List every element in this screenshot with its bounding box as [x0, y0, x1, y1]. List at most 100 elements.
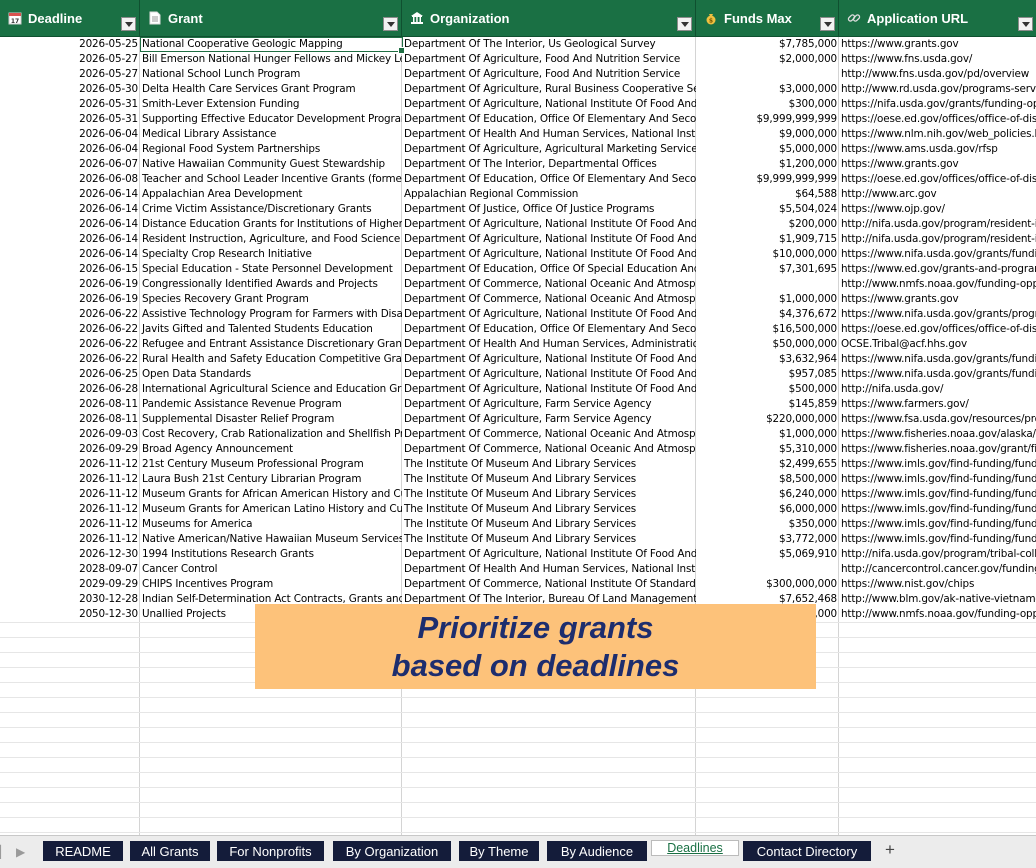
- deadline-cell[interactable]: 2026-06-19: [0, 277, 140, 292]
- sheet-tab-deadlines[interactable]: Deadlines: [651, 840, 739, 856]
- deadline-cell[interactable]: 2026-09-03: [0, 427, 140, 442]
- sheet-tab-contact-directory[interactable]: Contact Directory: [743, 841, 871, 861]
- organization-cell[interactable]: Department Of Agriculture, National Inst…: [402, 352, 696, 367]
- application-url-cell[interactable]: https://nifa.usda.gov/grants/funding-opp…: [839, 97, 1036, 112]
- organization-cell[interactable]: Department Of Commerce, National Oceanic…: [402, 292, 696, 307]
- sheet-tab-by-organization[interactable]: By Organization: [333, 841, 451, 861]
- grant-cell[interactable]: Crime Victim Assistance/Discretionary Gr…: [140, 202, 402, 217]
- funds-max-cell[interactable]: $500,000: [696, 382, 839, 397]
- grant-cell[interactable]: 21st Century Museum Professional Program: [140, 457, 402, 472]
- deadline-cell[interactable]: 2050-12-30: [0, 607, 140, 622]
- deadline-cell[interactable]: 2026-06-14: [0, 217, 140, 232]
- funds-max-cell[interactable]: $1,000,000: [696, 427, 839, 442]
- organization-cell[interactable]: Department Of Justice, Office Of Justice…: [402, 202, 696, 217]
- sheet-tab-for-nonprofits[interactable]: For Nonprofits: [217, 841, 324, 861]
- funds-max-cell[interactable]: $3,772,000: [696, 532, 839, 547]
- application-url-cell[interactable]: https://www.nifa.usda.gov/grants/program…: [839, 307, 1036, 322]
- application-url-cell[interactable]: https://oese.ed.gov/offices/office-of-di…: [839, 322, 1036, 337]
- application-url-cell[interactable]: https://www.fsa.usda.gov/resources/progr…: [839, 412, 1036, 427]
- grant-cell[interactable]: Specialty Crop Research Initiative: [140, 247, 402, 262]
- funds-max-cell[interactable]: $6,240,000: [696, 487, 839, 502]
- organization-cell[interactable]: Department Of Health And Human Services,…: [402, 127, 696, 142]
- deadline-cell[interactable]: 2029-09-29: [0, 577, 140, 592]
- deadline-cell[interactable]: 2026-08-11: [0, 397, 140, 412]
- deadline-cell[interactable]: 2026-06-28: [0, 382, 140, 397]
- organization-cell[interactable]: Department Of Education, Office Of Eleme…: [402, 172, 696, 187]
- organization-cell[interactable]: The Institute Of Museum And Library Serv…: [402, 487, 696, 502]
- grant-cell[interactable]: Special Education - State Personnel Deve…: [140, 262, 402, 277]
- grant-cell[interactable]: Resident Instruction, Agriculture, and F…: [140, 232, 402, 247]
- filter-dropdown-button[interactable]: [383, 17, 398, 31]
- deadline-cell[interactable]: 2026-11-12: [0, 472, 140, 487]
- funds-max-cell[interactable]: $10,000,000: [696, 247, 839, 262]
- application-url-cell[interactable]: https://www.imls.gov/find-funding/fundin…: [839, 457, 1036, 472]
- application-url-cell[interactable]: http://www.nmfs.noaa.gov/funding-opportu…: [839, 607, 1036, 622]
- selected-cell[interactable]: [140, 37, 405, 54]
- application-url-cell[interactable]: https://www.farmers.gov/: [839, 397, 1036, 412]
- grant-cell[interactable]: Open Data Standards: [140, 367, 402, 382]
- deadline-cell[interactable]: 2026-11-12: [0, 532, 140, 547]
- grant-cell[interactable]: Appalachian Area Development: [140, 187, 402, 202]
- deadline-cell[interactable]: 2026-06-14: [0, 187, 140, 202]
- deadline-cell[interactable]: 2026-05-31: [0, 97, 140, 112]
- organization-cell[interactable]: The Institute Of Museum And Library Serv…: [402, 457, 696, 472]
- organization-cell[interactable]: Department Of Commerce, National Oceanic…: [402, 427, 696, 442]
- deadline-cell[interactable]: 2026-11-12: [0, 457, 140, 472]
- grant-cell[interactable]: Cancer Control: [140, 562, 402, 577]
- application-url-cell[interactable]: http://www.rd.usda.gov/programs-services: [839, 82, 1036, 97]
- application-url-cell[interactable]: https://www.imls.gov/find-funding/fundin…: [839, 472, 1036, 487]
- grant-cell[interactable]: Pandemic Assistance Revenue Program: [140, 397, 402, 412]
- organization-cell[interactable]: Department Of Agriculture, Farm Service …: [402, 412, 696, 427]
- grant-cell[interactable]: Delta Health Care Services Grant Program: [140, 82, 402, 97]
- organization-cell[interactable]: Department Of Agriculture, National Inst…: [402, 232, 696, 247]
- funds-max-cell[interactable]: $9,999,999,999: [696, 112, 839, 127]
- grant-cell[interactable]: Bill Emerson National Hunger Fellows and…: [140, 52, 402, 67]
- organization-cell[interactable]: Department Of Education, Office Of Speci…: [402, 262, 696, 277]
- grant-cell[interactable]: Species Recovery Grant Program: [140, 292, 402, 307]
- organization-cell[interactable]: Department Of Agriculture, Farm Service …: [402, 397, 696, 412]
- deadline-cell[interactable]: 2026-06-07: [0, 157, 140, 172]
- application-url-cell[interactable]: https://oese.ed.gov/offices/office-of-di…: [839, 112, 1036, 127]
- organization-cell[interactable]: Department Of Education, Office Of Eleme…: [402, 322, 696, 337]
- grant-cell[interactable]: Medical Library Assistance: [140, 127, 402, 142]
- deadline-cell[interactable]: 2026-05-27: [0, 52, 140, 67]
- funds-max-cell[interactable]: $1,909,715: [696, 232, 839, 247]
- organization-cell[interactable]: Department Of Agriculture, Food And Nutr…: [402, 52, 696, 67]
- application-url-cell[interactable]: https://www.ojp.gov/: [839, 202, 1036, 217]
- column-header-grant[interactable]: Grant: [140, 0, 402, 36]
- grant-cell[interactable]: Supporting Effective Educator Developmen…: [140, 112, 402, 127]
- application-url-cell[interactable]: OCSE.Tribal@acf.hhs.gov: [839, 337, 1036, 352]
- application-url-cell[interactable]: https://www.grants.gov: [839, 37, 1036, 52]
- funds-max-cell[interactable]: $3,632,964: [696, 352, 839, 367]
- funds-max-cell[interactable]: $1,000,000: [696, 292, 839, 307]
- grant-cell[interactable]: Assistive Technology Program for Farmers…: [140, 307, 402, 322]
- organization-cell[interactable]: Department Of Commerce, National Institu…: [402, 577, 696, 592]
- column-header-deadline[interactable]: 17 Deadline: [0, 0, 140, 36]
- grant-cell[interactable]: Distance Education Grants for Institutio…: [140, 217, 402, 232]
- funds-max-cell[interactable]: $9,000,000: [696, 127, 839, 142]
- funds-max-cell[interactable]: $300,000,000: [696, 577, 839, 592]
- deadline-cell[interactable]: 2026-06-22: [0, 307, 140, 322]
- organization-cell[interactable]: Department Of The Interior, Departmental…: [402, 157, 696, 172]
- funds-max-cell[interactable]: $50,000,000: [696, 337, 839, 352]
- deadline-cell[interactable]: 2026-06-14: [0, 202, 140, 217]
- organization-cell[interactable]: Department Of Agriculture, National Inst…: [402, 97, 696, 112]
- deadline-cell[interactable]: 2026-05-31: [0, 112, 140, 127]
- funds-max-cell[interactable]: $64,588: [696, 187, 839, 202]
- funds-max-cell[interactable]: $957,085: [696, 367, 839, 382]
- organization-cell[interactable]: Department Of Health And Human Services,…: [402, 562, 696, 577]
- funds-max-cell[interactable]: $2,000,000: [696, 52, 839, 67]
- scroll-first-sheet-icon[interactable]: ▏: [0, 845, 9, 859]
- application-url-cell[interactable]: https://www.nifa.usda.gov/grants/funding…: [839, 352, 1036, 367]
- deadline-cell[interactable]: 2028-09-07: [0, 562, 140, 577]
- grant-cell[interactable]: 1994 Institutions Research Grants: [140, 547, 402, 562]
- funds-max-cell[interactable]: $1,200,000: [696, 157, 839, 172]
- funds-max-cell[interactable]: $16,500,000: [696, 322, 839, 337]
- organization-cell[interactable]: Appalachian Regional Commission: [402, 187, 696, 202]
- funds-max-cell[interactable]: $5,069,910: [696, 547, 839, 562]
- deadline-cell[interactable]: 2026-11-12: [0, 487, 140, 502]
- application-url-cell[interactable]: http://www.nmfs.noaa.gov/funding-opportu…: [839, 277, 1036, 292]
- deadline-cell[interactable]: 2026-06-25: [0, 367, 140, 382]
- application-url-cell[interactable]: https://oese.ed.gov/offices/office-of-di…: [839, 172, 1036, 187]
- deadline-cell[interactable]: 2026-09-29: [0, 442, 140, 457]
